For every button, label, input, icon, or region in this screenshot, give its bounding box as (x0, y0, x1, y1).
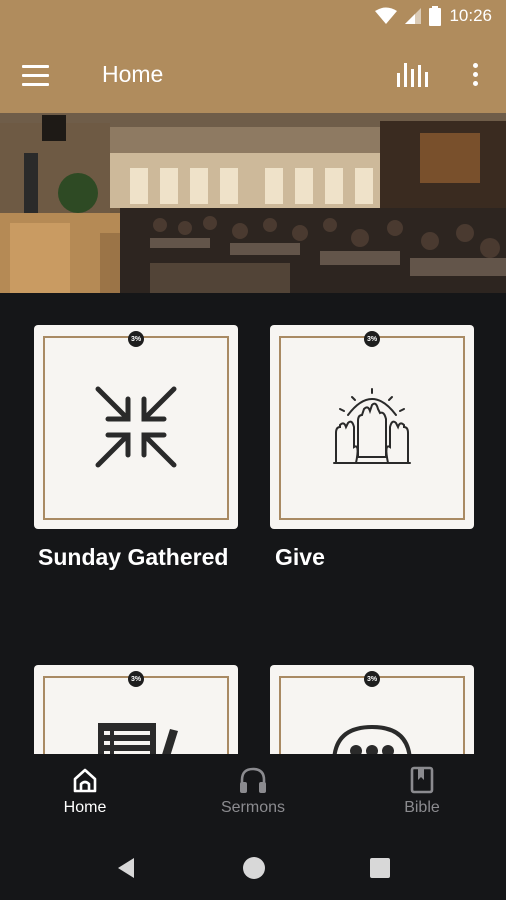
tile-label: Give (275, 544, 325, 570)
battery-icon (429, 6, 442, 26)
back-icon[interactable] (112, 854, 140, 882)
recents-square-icon[interactable] (366, 854, 394, 882)
tile-badge: 3% (364, 671, 380, 687)
tile-badge: 3% (364, 331, 380, 347)
system-nav-bar (0, 836, 506, 900)
bottom-nav: Home Sermons Bible (0, 754, 506, 836)
raised-hands-icon (333, 388, 411, 464)
status-time: 10:26 (449, 6, 492, 25)
content-grid: 3% Sunday Gathered 3% Give 3% 3% (0, 293, 506, 754)
menu-icon[interactable] (22, 59, 54, 91)
wifi-icon (375, 7, 398, 24)
cell-signal-icon (405, 8, 422, 24)
more-options-icon[interactable] (464, 59, 486, 89)
status-icons: 10:26 (375, 6, 492, 26)
home-circle-icon[interactable] (240, 854, 268, 882)
book-icon (410, 766, 434, 794)
arrows-inward-icon (95, 386, 177, 468)
nav-item-home[interactable]: Home (25, 754, 145, 836)
tile-badge: 3% (128, 331, 144, 347)
tile-give[interactable]: 3% (270, 325, 474, 529)
tile-badge: 3% (128, 671, 144, 687)
nav-item-bible[interactable]: Bible (362, 754, 482, 836)
hero-image (0, 113, 506, 293)
home-icon (73, 768, 97, 793)
page-title: Home (102, 61, 164, 87)
notes-pencil-icon (98, 723, 178, 754)
tile-notes[interactable]: 3% (34, 665, 238, 754)
tile-chat[interactable]: 3% (270, 665, 474, 754)
nav-item-sermons[interactable]: Sermons (193, 754, 313, 836)
equalizer-icon[interactable] (396, 59, 432, 89)
chat-bubble-icon (332, 724, 412, 754)
tile-label: Sunday Gathered (38, 544, 229, 570)
nav-label-bible: Bible (404, 799, 440, 816)
status-bar: 10:26 (0, 0, 506, 36)
app-bar: Home (0, 36, 506, 113)
tile-sunday-gathered[interactable]: 3% (34, 325, 238, 529)
nav-label-sermons: Sermons (220, 799, 286, 816)
auditorium-photo (0, 113, 506, 293)
nav-label-home: Home (63, 799, 107, 816)
headphones-icon (240, 767, 266, 793)
